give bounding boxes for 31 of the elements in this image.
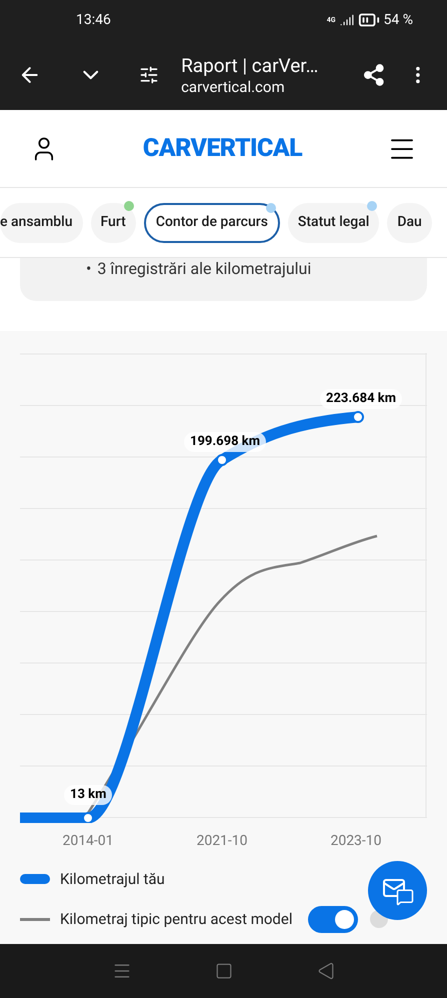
logo[interactable]: CARVERTICAL xyxy=(142,130,302,168)
legend-label: Kilometraj tipic pentru acest model xyxy=(60,908,292,930)
battery-percent: 54 % xyxy=(384,10,413,30)
value-label: 13 km xyxy=(64,785,112,804)
data-point xyxy=(82,812,94,823)
x-axis-label: 2021-10 xyxy=(195,832,249,850)
value-label: 223.684 km xyxy=(320,389,402,408)
data-point xyxy=(216,454,228,466)
data-point xyxy=(352,411,364,423)
section-tab[interactable]: Dau xyxy=(387,202,432,242)
summary-bullet: 3 înregistrări ale kilometrajului xyxy=(97,258,312,280)
value-label: 199.698 km xyxy=(184,432,266,452)
x-axis-label: 2014-01 xyxy=(61,832,115,850)
legend-label: Kilometrajul tău xyxy=(60,868,165,890)
site-settings-icon[interactable] xyxy=(139,64,160,86)
section-tab[interactable]: Contor de parcurs xyxy=(144,202,280,242)
share-icon[interactable] xyxy=(362,62,386,88)
section-tab[interactable]: Statut legal xyxy=(288,202,380,242)
page-title: Raport | carVer… xyxy=(181,54,320,78)
section-tab[interactable]: e ansamblu xyxy=(0,202,82,242)
nav-home-icon[interactable] xyxy=(215,962,234,980)
bullet-marker: • xyxy=(86,258,92,280)
x-axis-label: 2023-10 xyxy=(329,832,383,850)
time: 13:46 xyxy=(76,10,111,30)
typical-toggle[interactable] xyxy=(308,906,358,932)
legend-swatch xyxy=(20,918,50,920)
section-tab[interactable]: Furt xyxy=(90,202,136,242)
legend-swatch xyxy=(20,874,50,884)
signal-icon xyxy=(340,13,354,27)
nav-back-icon[interactable] xyxy=(317,962,336,980)
page-url: carvertical.com xyxy=(181,78,286,96)
